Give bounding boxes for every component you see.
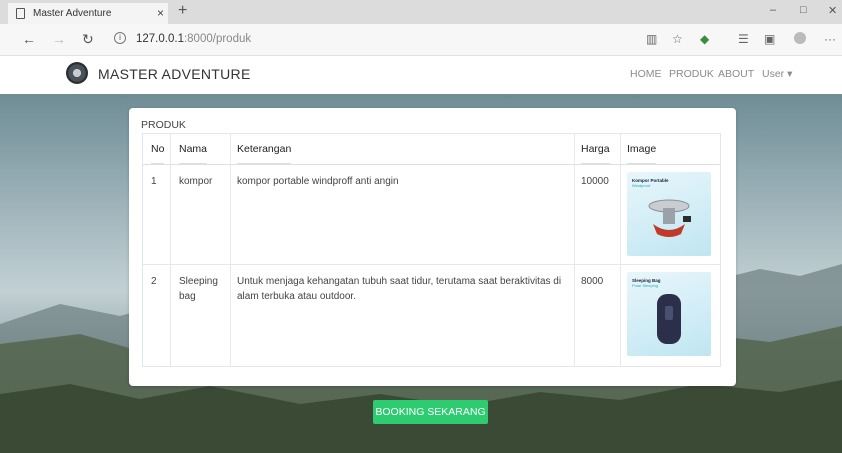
col-divider	[170, 134, 171, 366]
nav-produk[interactable]: PRODUK	[669, 68, 714, 80]
cell-no: 1	[151, 176, 157, 187]
nav-about[interactable]: ABOUT	[718, 68, 754, 80]
compass-logo-icon[interactable]	[66, 62, 88, 84]
forward-icon[interactable]: →	[52, 31, 66, 47]
col-header-nama: Nama	[179, 134, 208, 164]
new-tab-button[interactable]: +	[178, 2, 187, 20]
cell-harga: 10000	[581, 176, 609, 187]
produk-card: PRODUK No Nama Keterangan Harga Image 1 …	[129, 108, 736, 386]
minimize-icon[interactable]: –	[770, 4, 776, 16]
col-header-harga: Harga	[581, 134, 610, 164]
cell-nama: kompor	[179, 176, 213, 187]
image-subtitle: Polar Sleeping	[632, 283, 659, 288]
restore-icon[interactable]: □	[800, 4, 807, 16]
url-host: 127.0.0.1	[136, 33, 184, 45]
brand-name[interactable]: MASTER ADVENTURE	[98, 66, 251, 82]
col-divider	[230, 134, 231, 366]
back-icon[interactable]: ←	[22, 31, 36, 47]
product-image-kompor[interactable]: Kompor Portable Windproof	[627, 172, 711, 256]
cell-harga: 8000	[581, 276, 604, 287]
info-icon[interactable]: i	[114, 32, 126, 44]
col-header-no: No	[151, 134, 165, 164]
image-subtitle: Windproof	[632, 183, 651, 188]
tab-title: Master Adventure	[33, 8, 112, 19]
browser-tabbar: Master Adventure × + – □ ✕	[0, 0, 842, 24]
booking-sekarang-button[interactable]: BOOKING SEKARANG	[373, 400, 488, 424]
browser-tab[interactable]: Master Adventure ×	[8, 3, 168, 24]
stove-icon	[648, 199, 691, 237]
favorite-star-icon[interactable]: ☆	[672, 32, 683, 46]
page-icon	[16, 8, 25, 19]
reader-icon[interactable]: ▥	[646, 32, 657, 46]
nav-home[interactable]: HOME	[630, 68, 662, 80]
url-path: :8000/produk	[183, 33, 252, 45]
tab-close-icon[interactable]: ×	[157, 6, 164, 20]
col-divider	[620, 134, 621, 366]
cell-keterangan: kompor portable windproff anti angin	[237, 176, 399, 187]
produk-table: No Nama Keterangan Harga Image 1 kompor …	[142, 133, 721, 367]
sleeping-bag-icon	[657, 294, 681, 344]
favorites-list-icon[interactable]: ☰	[738, 32, 749, 46]
url-field[interactable]: 127.0.0.1:8000/produk	[136, 33, 251, 45]
cell-no: 2	[151, 276, 157, 287]
window-close-icon[interactable]: ✕	[828, 4, 837, 17]
nav-user-dropdown[interactable]: User ▾	[762, 68, 792, 80]
col-header-keterangan: Keterangan	[237, 134, 292, 164]
profile-avatar[interactable]	[794, 32, 806, 44]
address-bar: ← → ↻ i 127.0.0.1:8000/produk ▥ ☆ ◆ ☰ ▣ …	[0, 24, 842, 56]
col-header-image: Image	[627, 134, 657, 164]
cell-nama: Sleeping bag	[179, 276, 218, 302]
product-image-sleeping-bag[interactable]: Sleeping Bag Polar Sleeping	[627, 272, 711, 356]
col-divider	[574, 134, 575, 366]
refresh-icon[interactable]: ↻	[82, 31, 94, 48]
collections-icon[interactable]: ▣	[764, 32, 775, 46]
extension-icon[interactable]: ◆	[700, 32, 709, 46]
cell-keterangan: Untuk menjaga kehangatan tubuh saat tidu…	[237, 276, 562, 302]
more-icon[interactable]: ···	[824, 32, 836, 46]
card-title: PRODUK	[141, 119, 186, 131]
